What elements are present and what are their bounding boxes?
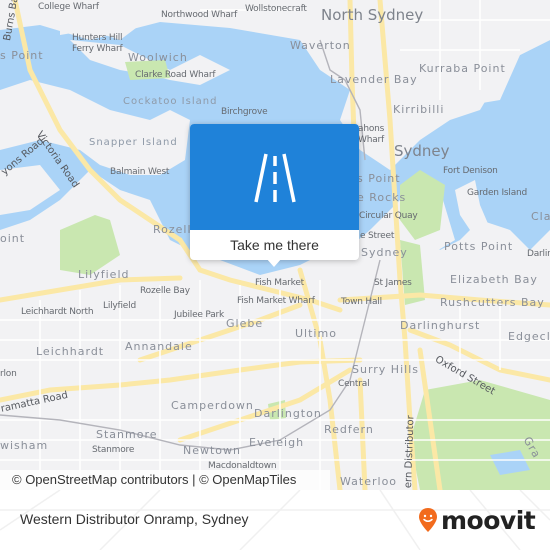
label-college-wharf: College Wharf: [38, 2, 99, 12]
label-woolwich: Woolwich: [128, 51, 188, 64]
label-birchgrove: Birchgrove: [221, 107, 268, 117]
label-sydney: Sydney: [394, 142, 450, 160]
moovit-logo[interactable]: moovit: [418, 504, 536, 536]
label-rozelle-bay: Rozelle Bay: [140, 286, 190, 296]
label-northwood-wharf: Northwood Wharf: [161, 10, 238, 20]
label-wollstonecraft: Wollstonecraft: [245, 4, 307, 14]
label-potts-point: Potts Point: [444, 240, 514, 253]
moovit-wordmark: moovit: [441, 505, 536, 535]
label-fort-denison: Fort Denison: [443, 166, 498, 176]
label-snapper-island: Snapper Island: [89, 137, 178, 148]
label-wynyard-street: e Street: [360, 231, 395, 241]
label-surry-hills: Surry Hills: [352, 363, 419, 376]
popup-pointer: [266, 258, 282, 267]
label-camperdown: Camperdown: [171, 399, 254, 412]
label-mcmahons-wharf-line1: ahons: [358, 124, 385, 134]
label-petersham: rlon: [0, 369, 17, 379]
label-fish-market-wharf: Fish Market Wharf: [237, 296, 315, 306]
label-stanmore-station: Stanmore: [92, 445, 135, 455]
label-dawes-point: s Point: [357, 172, 401, 185]
footer: Western Distributor Onramp, Sydney moovi…: [0, 490, 550, 550]
label-redfern: Redfern: [324, 423, 374, 436]
label-leichhardt: Leichhardt: [36, 345, 105, 358]
map-attribution[interactable]: © OpenStreetMap contributors | © OpenMap…: [0, 470, 330, 490]
label-mcmahons-wharf-line2: Wharf: [358, 135, 384, 145]
label-point-left-2: oint: [0, 232, 26, 245]
label-leichhardt-north: Leichhardt North: [21, 307, 94, 317]
label-eveleigh: Eveleigh: [249, 436, 305, 449]
map-view[interactable]: North Sydney Sydney College Wharf Northw…: [0, 0, 550, 490]
label-hunters-hill-ferry-wharf-line1: Hunters Hill: [72, 33, 123, 43]
label-lewisham: wisham: [0, 439, 49, 452]
label-circular-quay: Circular Quay: [359, 211, 418, 221]
label-town-hall: Town Hall: [341, 297, 382, 307]
popup-banner[interactable]: [190, 124, 359, 230]
label-ultimo: Ultimo: [295, 327, 337, 340]
label-the-rocks: e Rocks: [357, 191, 407, 204]
label-balmain-west: Balmain West: [110, 167, 170, 177]
label-clark-island: Clar: [531, 210, 550, 223]
label-st-james: St James: [374, 278, 412, 288]
label-kurraba-point: Kurraba Point: [419, 62, 506, 75]
label-rushcutters-bay: Rushcutters Bay: [440, 296, 545, 309]
label-darlinghurst: Darlinghurst: [400, 319, 481, 332]
label-point-left-1: s Point: [0, 49, 44, 62]
label-waverton: Waverton: [290, 39, 351, 52]
road-icon: [254, 153, 296, 203]
moovit-pin-icon: [419, 508, 437, 532]
label-hunters-hill-ferry-wharf-line2: Ferry Wharf: [72, 44, 123, 54]
label-sydney-cbd: Sydney: [361, 246, 408, 259]
location-popup[interactable]: Take me there: [190, 124, 359, 267]
label-garden-island: Garden Island: [467, 188, 528, 198]
label-kirribilli: Kirribilli: [393, 103, 445, 116]
label-darling-point: Darlin: [527, 249, 550, 259]
label-glebe: Glebe: [226, 317, 264, 330]
label-waterloo: Waterloo: [340, 475, 398, 488]
label-lilyfield-suburb: Lilyfield: [78, 268, 130, 281]
label-elizabeth-bay: Elizabeth Bay: [450, 273, 538, 286]
label-cockatoo-island: Cockatoo Island: [123, 96, 218, 107]
label-clarke-road-wharf: Clarke Road Wharf: [135, 70, 216, 80]
label-lilyfield-station: Lilyfield: [103, 301, 136, 311]
label-edgecliff: Edgeclif: [508, 330, 550, 343]
location-title: Western Distributor Onramp, Sydney: [20, 511, 249, 527]
label-newtown: Newtown: [183, 444, 242, 457]
label-central: Central: [338, 379, 370, 389]
label-lavender-bay: Lavender Bay: [330, 73, 418, 86]
label-jubilee-park: Jubilee Park: [174, 310, 225, 320]
take-me-there-button[interactable]: Take me there: [190, 230, 359, 260]
label-annandale: Annandale: [125, 340, 193, 353]
label-stanmore-suburb: Stanmore: [96, 428, 158, 441]
label-fish-market: Fish Market: [255, 278, 305, 288]
label-darlington: Darlington: [254, 407, 322, 420]
label-north-sydney: North Sydney: [321, 6, 424, 24]
